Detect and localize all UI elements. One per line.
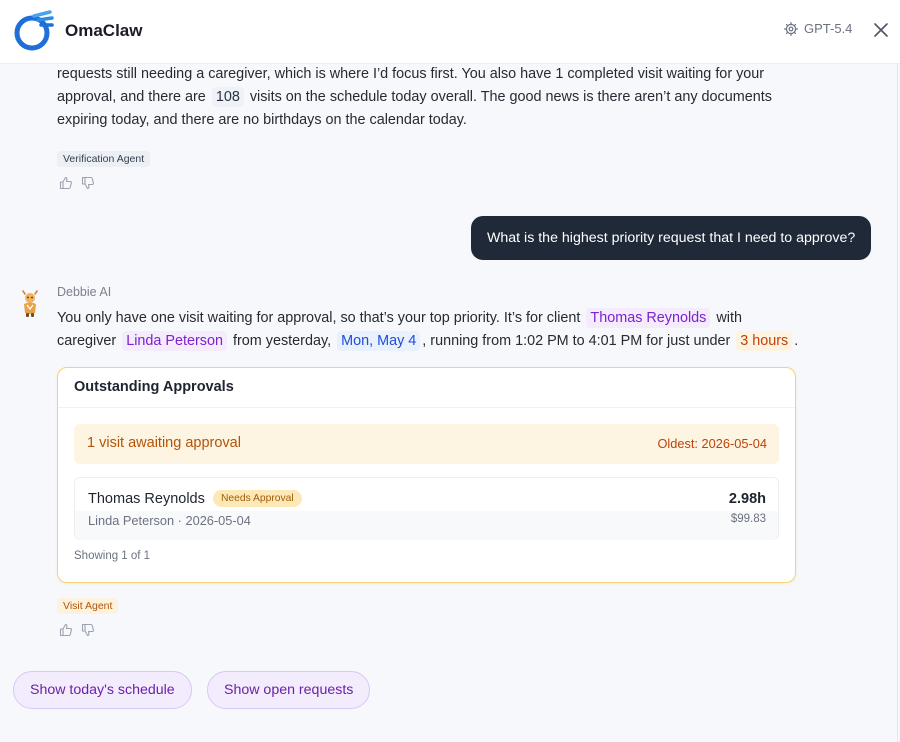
date-chip[interactable]: Mon, May 4	[337, 331, 421, 351]
banner-title: 1 visit awaiting approval	[87, 435, 241, 451]
bot-reply-text: You only have one visit waiting for appr…	[57, 308, 799, 351]
duration-chip: 3 hours	[736, 331, 793, 351]
suggestion-show-todays-schedule[interactable]: Show today's schedule	[13, 671, 192, 709]
bot-sender-name: Debbie AI	[57, 285, 112, 299]
card-divider	[58, 407, 795, 408]
outstanding-approvals-card: Outstanding Approvals 1 visit awaiting a…	[57, 367, 796, 583]
verification-agent-tag: Verification Agent	[57, 151, 151, 167]
visits-count-chip: 108	[211, 87, 244, 107]
app-header: OmaClaw GPT-5.4	[0, 0, 900, 64]
row-hours: 2.98h	[728, 491, 766, 507]
banner-oldest-date: Oldest: 2026-05-04	[657, 436, 767, 451]
row-client-name: Thomas Reynolds	[88, 491, 205, 507]
approval-summary-banner: 1 visit awaiting approval Oldest: 2026-0…	[74, 424, 779, 464]
needs-approval-badge: Needs Approval	[213, 490, 302, 507]
thumbs-up-icon[interactable]	[59, 176, 73, 190]
row-subtitle: Linda Peterson · 2026-05-04	[88, 513, 251, 528]
close-icon[interactable]	[872, 21, 890, 39]
panel-divider	[897, 64, 898, 742]
thumbs-up-icon[interactable]	[59, 623, 73, 637]
model-selector[interactable]: GPT-5.4	[784, 21, 852, 36]
showing-count: Showing 1 of 1	[74, 550, 151, 562]
client-chip[interactable]: Thomas Reynolds	[586, 308, 711, 328]
suggestion-show-open-requests[interactable]: Show open requests	[207, 671, 371, 709]
omaclaw-logo-icon	[14, 10, 54, 51]
thumbs-down-icon[interactable]	[81, 623, 95, 637]
app-title: OmaClaw	[65, 21, 143, 40]
model-label: GPT-5.4	[804, 21, 853, 36]
card-title: Outstanding Approvals	[74, 379, 234, 395]
caregiver-chip[interactable]: Linda Peterson	[122, 331, 227, 351]
previous-message: requests still needing a caregiver, whic…	[57, 66, 772, 128]
row-amount: $99.83	[730, 513, 766, 525]
approval-row[interactable]: Thomas Reynolds Needs Approval Linda Pet…	[74, 477, 779, 540]
gear-icon	[784, 21, 798, 36]
user-message-bubble: What is the highest priority request tha…	[471, 216, 872, 260]
visit-agent-tag: Visit Agent	[57, 598, 119, 614]
thumbs-down-icon[interactable]	[81, 176, 95, 190]
debbie-ai-avatar	[22, 290, 38, 317]
